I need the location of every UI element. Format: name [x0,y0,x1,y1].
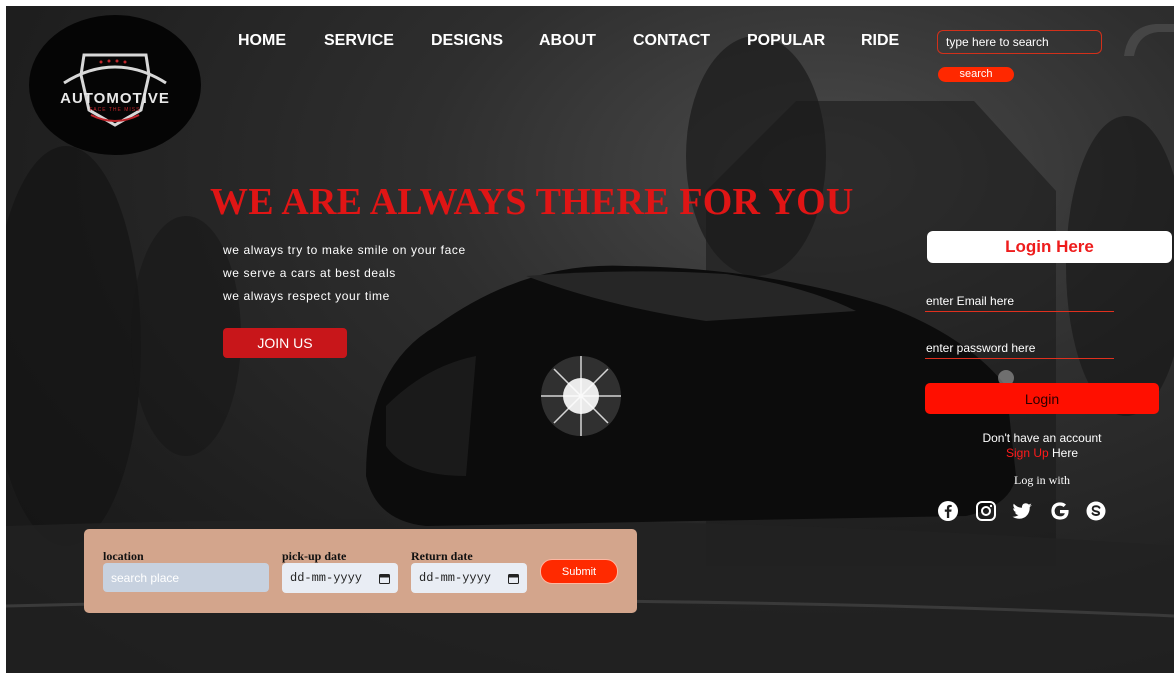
booking-submit-button[interactable]: Submit [540,559,618,584]
hero-tagline-1: we always try to make smile on your face [223,243,466,257]
calendar-icon[interactable] [508,573,519,584]
return-date-input[interactable]: dd-mm-yyyy [411,563,527,593]
hero-tagline-2: we serve a cars at best deals [223,266,396,280]
booking-panel: location pick-up date dd-mm-yyyy Return … [84,529,637,613]
logo-tagline: FACE THE MISS [89,107,141,113]
login-button[interactable]: Login [925,383,1159,414]
brand-logo[interactable]: AUTOMOTIVE FACE THE MISS [29,15,201,155]
skype-icon[interactable] [1085,500,1107,522]
no-account-text: Don't have an account [982,431,1102,445]
instagram-icon[interactable] [975,500,997,522]
nav-ride[interactable]: RIDE [861,32,899,50]
google-icon[interactable] [1049,500,1071,522]
nav-service[interactable]: SERVICE [324,32,394,50]
hero-background: AUTOMOTIVE FACE THE MISS HOME SERVICE DE… [6,6,1174,673]
login-with-text: Log in with [1014,473,1070,487]
return-date-label: Return date [411,549,473,563]
signup-line: Sign Up Here [925,446,1159,460]
location-input[interactable] [103,563,269,592]
twitter-icon[interactable] [1011,500,1033,522]
nav-about[interactable]: ABOUT [539,32,596,50]
search-input[interactable] [937,30,1102,54]
pickup-date-label: pick-up date [282,549,347,563]
nav-home[interactable]: HOME [238,32,286,50]
calendar-icon[interactable] [379,573,390,584]
nav-popular[interactable]: POPULAR [747,32,825,50]
search-button[interactable]: search [938,67,1014,82]
join-us-button[interactable]: JOIN US [223,328,347,358]
logo-name: AUTOMOTIVE [60,90,170,107]
login-header: Login Here [927,231,1172,263]
pickup-date-input[interactable]: dd-mm-yyyy [282,563,398,593]
location-label: location [103,549,144,563]
hero-title: WE ARE ALWAYS THERE FOR YOU [210,181,854,223]
signup-link[interactable]: Sign Up [1006,446,1049,460]
nav-contact[interactable]: CONTACT [633,32,710,50]
car-crest-icon [63,53,167,127]
hero-tagline-3: we always respect your time [223,289,390,303]
return-date-value: dd-mm-yyyy [419,571,492,585]
signup-suffix: Here [1048,446,1079,460]
password-field[interactable] [925,338,1114,359]
pickup-date-value: dd-mm-yyyy [290,571,363,585]
email-field[interactable] [925,291,1114,312]
facebook-icon[interactable] [937,500,959,522]
nav-designs[interactable]: DESIGNS [431,32,503,50]
